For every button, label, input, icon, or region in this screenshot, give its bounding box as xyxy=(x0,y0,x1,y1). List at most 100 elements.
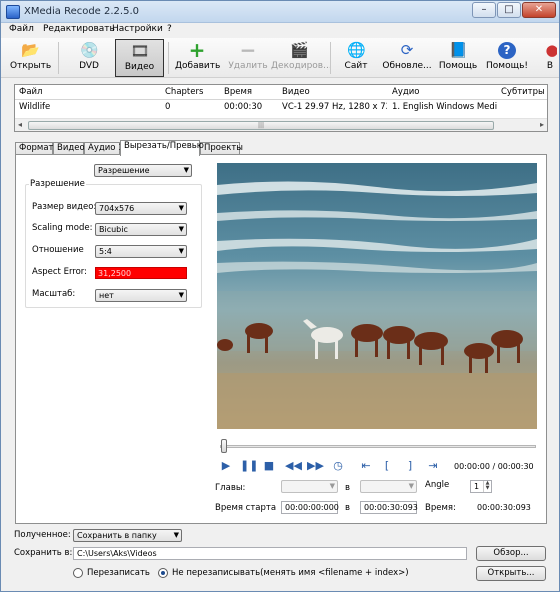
maximize-button[interactable]: □ xyxy=(497,2,521,18)
row-file: Wildlife xyxy=(19,102,51,112)
dvd-button[interactable]: 💿 DVD xyxy=(71,39,107,77)
ratio-select[interactable]: 5:4 ▼ xyxy=(95,245,187,258)
mark-in-icon[interactable]: [ xyxy=(380,459,394,473)
scroll-right-icon[interactable]: ▸ xyxy=(540,120,544,129)
mark-out-icon[interactable]: ] xyxy=(403,459,417,473)
no-overwrite-radio[interactable] xyxy=(158,568,168,578)
seek-slider[interactable] xyxy=(220,438,536,454)
toolbar-overflow-button[interactable]: ● В xyxy=(543,39,557,77)
chevron-down-icon: ▼ xyxy=(178,204,184,212)
column-header-video[interactable]: Видео xyxy=(282,87,387,97)
play-icon[interactable]: ▶ xyxy=(219,459,233,473)
chevron-down-icon: ▼ xyxy=(183,166,189,174)
table-row[interactable]: Wildlife 0 00:00:30 VC-1 29.97 Hz, 1280 … xyxy=(15,100,547,114)
chevron-down-icon: ▼ xyxy=(178,291,184,299)
chevron-down-icon: ▼ xyxy=(408,482,414,490)
video-size-select[interactable]: 704x576 ▼ xyxy=(95,202,187,215)
chapters-to-label: в xyxy=(345,483,351,493)
overwrite-radio[interactable] xyxy=(73,568,83,578)
resolution-group-title: Разрешение xyxy=(29,179,86,189)
output-mode-select[interactable]: Сохранить в папку ▼ xyxy=(73,529,182,542)
help-button[interactable]: ? Помощь! xyxy=(485,39,529,77)
chevron-down-icon: ▼ xyxy=(173,531,179,539)
column-header-audio[interactable]: Аудио xyxy=(392,87,497,97)
app-icon xyxy=(6,5,20,19)
ratio-label: Отношение xyxy=(32,245,84,255)
toolbar-separator xyxy=(168,42,169,74)
rewind-icon[interactable]: ◀◀ xyxy=(285,459,302,473)
site-button[interactable]: 🌐 Сайт xyxy=(341,39,371,77)
video-label: Видео xyxy=(124,62,155,72)
end-time-input[interactable]: 00:00:30:093 xyxy=(360,501,418,514)
video-size-label: Размер видео: xyxy=(32,202,97,212)
column-header-time[interactable]: Время xyxy=(224,87,279,97)
video-size-value: 704x576 xyxy=(99,204,135,213)
duration-value: 00:00:30:093 xyxy=(477,503,531,512)
video-button[interactable]: 🎞 Видео xyxy=(115,39,164,77)
go-to-start-icon[interactable]: ⇤ xyxy=(359,459,373,473)
help-book-button[interactable]: 📘 Помощь xyxy=(438,39,478,77)
remove-button[interactable]: − Удалить xyxy=(228,39,268,77)
column-header-subtitles[interactable]: Субтитры xyxy=(501,87,547,97)
window-title: XMedia Recode 2.2.5.0 xyxy=(24,6,139,17)
angle-label: Angle xyxy=(425,480,450,490)
pause-icon[interactable]: ❚❚ xyxy=(240,459,258,473)
row-chapters: 0 xyxy=(165,102,171,112)
tab-crop-preview[interactable]: Вырезать/Превью xyxy=(120,140,204,156)
duration-label: Время: xyxy=(425,503,456,513)
output-path-input[interactable]: C:\Users\Aks\Videos xyxy=(73,547,467,560)
horizontal-scrollbar[interactable]: ◂ ||| ▸ xyxy=(15,118,547,131)
add-button[interactable]: + Добавить xyxy=(175,39,220,77)
column-header-file[interactable]: Файл xyxy=(19,87,159,97)
chapter-start-select[interactable]: ▼ xyxy=(281,480,338,493)
chevron-down-icon: ▼ xyxy=(178,225,184,233)
angle-spinner[interactable]: 1 ▲ ▼ xyxy=(470,480,492,493)
column-header-chapters[interactable]: Chapters xyxy=(165,87,220,97)
folder-icon: 📂 xyxy=(21,41,40,59)
globe-icon: 🌐 xyxy=(347,41,366,59)
chapter-end-select[interactable]: ▼ xyxy=(360,480,417,493)
menu-edit[interactable]: Редактировать xyxy=(43,24,115,34)
toolbar-separator xyxy=(58,42,59,74)
help-label: Помощь! xyxy=(486,61,528,71)
no-overwrite-label: Не перезаписывать(менять имя <filename +… xyxy=(172,568,409,578)
go-to-end-icon[interactable]: ⇥ xyxy=(426,459,440,473)
question-icon: ? xyxy=(498,42,516,59)
menu-help[interactable]: ? xyxy=(167,24,172,34)
menu-file[interactable]: Файл xyxy=(9,24,34,34)
spin-arrows-icon[interactable]: ▲ ▼ xyxy=(483,481,491,492)
help-book-label: Помощь xyxy=(438,61,478,71)
row-audio: 1. English Windows Media ... xyxy=(392,102,497,112)
clock-icon[interactable]: ◷ xyxy=(331,459,345,473)
open-folder-button[interactable]: Открыть... xyxy=(476,566,546,581)
menu-settings[interactable]: Настройки xyxy=(112,24,163,34)
seek-thumb[interactable] xyxy=(221,439,227,453)
update-button[interactable]: ⟳ Обновле... xyxy=(382,39,432,77)
update-label: Обновле... xyxy=(382,61,432,71)
toolbar: 📂 Открыть 💿 DVD 🎞 Видео + Добавить − Уда… xyxy=(1,38,559,78)
close-button[interactable]: ✕ xyxy=(522,2,556,18)
start-time-input[interactable]: 00:00:00:000 xyxy=(281,501,339,514)
seek-track xyxy=(220,445,536,448)
decode-button[interactable]: 🎬 Декодиров... xyxy=(271,39,332,77)
minimize-button[interactable]: – xyxy=(472,2,496,18)
browse-button[interactable]: Обзор... xyxy=(476,546,546,561)
site-label: Сайт xyxy=(344,61,368,71)
scaling-mode-value: Bicubic xyxy=(99,225,128,234)
refresh-icon: ⟳ xyxy=(400,41,414,59)
scroll-thumb[interactable]: ||| xyxy=(28,121,494,130)
disc-icon: 💿 xyxy=(80,41,99,59)
crop-mode-select[interactable]: Разрешение ▼ xyxy=(94,164,192,177)
end-time-to-label: в xyxy=(345,503,351,513)
scale-select[interactable]: нет ▼ xyxy=(95,289,187,302)
scroll-left-icon[interactable]: ◂ xyxy=(18,120,22,129)
stop-icon[interactable]: ■ xyxy=(262,459,276,473)
video-preview xyxy=(217,163,537,429)
file-list: Файл Chapters Время Видео Аудио Субтитры… xyxy=(14,84,548,132)
open-button[interactable]: 📂 Открыть xyxy=(10,39,51,77)
overwrite-label: Перезаписать xyxy=(87,568,150,578)
crop-preview-panel: Разрешение ▼ Разрешение Размер видео: 704… xyxy=(15,154,547,524)
fast-forward-icon[interactable]: ▶▶ xyxy=(307,459,324,473)
scaling-mode-select[interactable]: Bicubic ▼ xyxy=(95,223,187,236)
decode-label: Декодиров... xyxy=(271,61,332,71)
